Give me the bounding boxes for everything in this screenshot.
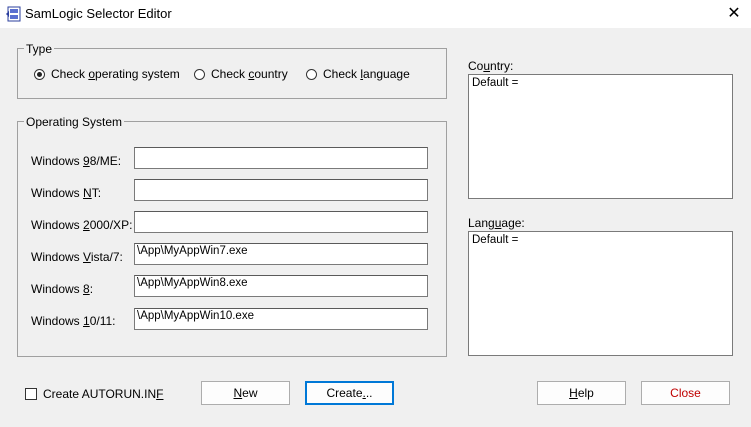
app-icon [6, 6, 21, 22]
checkbox-box [25, 388, 37, 400]
os-group-label: Operating System [24, 115, 125, 129]
language-label: Language: [468, 216, 525, 230]
os-label-2000xp: Windows 2000/XP: [31, 218, 133, 232]
country-listbox[interactable]: Default = [468, 74, 733, 199]
os-label-vista7: Windows Vista/7: [31, 250, 123, 264]
radio-check-operating-system[interactable]: Check operating system [34, 67, 180, 81]
type-group-label: Type [24, 42, 55, 56]
close-button[interactable]: Close [641, 381, 730, 405]
os-field-10-11[interactable]: \App\MyAppWin10.exe [134, 308, 428, 330]
window-close-icon[interactable]: ✕ [722, 3, 746, 25]
help-button[interactable]: Help [537, 381, 626, 405]
os-field-2000xp[interactable] [134, 211, 428, 233]
language-listbox[interactable]: Default = [468, 231, 733, 356]
os-field-8[interactable]: \App\MyAppWin8.exe [134, 275, 428, 297]
create-autorun-checkbox[interactable]: Create AUTORUN.INF [25, 387, 163, 401]
radio-dot [34, 68, 45, 80]
os-field-nt[interactable] [134, 179, 428, 201]
radio-check-country[interactable]: Check country [194, 67, 288, 81]
os-field-vista7[interactable]: \App\MyAppWin7.exe [134, 243, 428, 265]
window-title: SamLogic Selector Editor [25, 6, 172, 21]
radio-check-language[interactable]: Check language [306, 67, 410, 81]
radio-dot [306, 68, 317, 80]
radio-dot [194, 68, 205, 80]
os-label-10-11: Windows 10/11: [31, 314, 116, 328]
radio-label: Check operating system [51, 67, 180, 81]
os-label-nt: Windows NT: [31, 186, 102, 200]
os-label-8: Windows 8: [31, 282, 94, 296]
create-button[interactable]: Create... [305, 381, 394, 405]
new-button[interactable]: New [201, 381, 290, 405]
radio-label: Check language [323, 67, 410, 81]
title-bar: SamLogic Selector Editor ✕ [0, 0, 751, 28]
os-field-98me[interactable] [134, 147, 428, 169]
radio-label: Check country [211, 67, 288, 81]
country-label: Country: [468, 59, 514, 73]
os-label-98me: Windows 98/ME: [31, 154, 122, 168]
create-autorun-label: Create AUTORUN.INF [43, 387, 164, 401]
